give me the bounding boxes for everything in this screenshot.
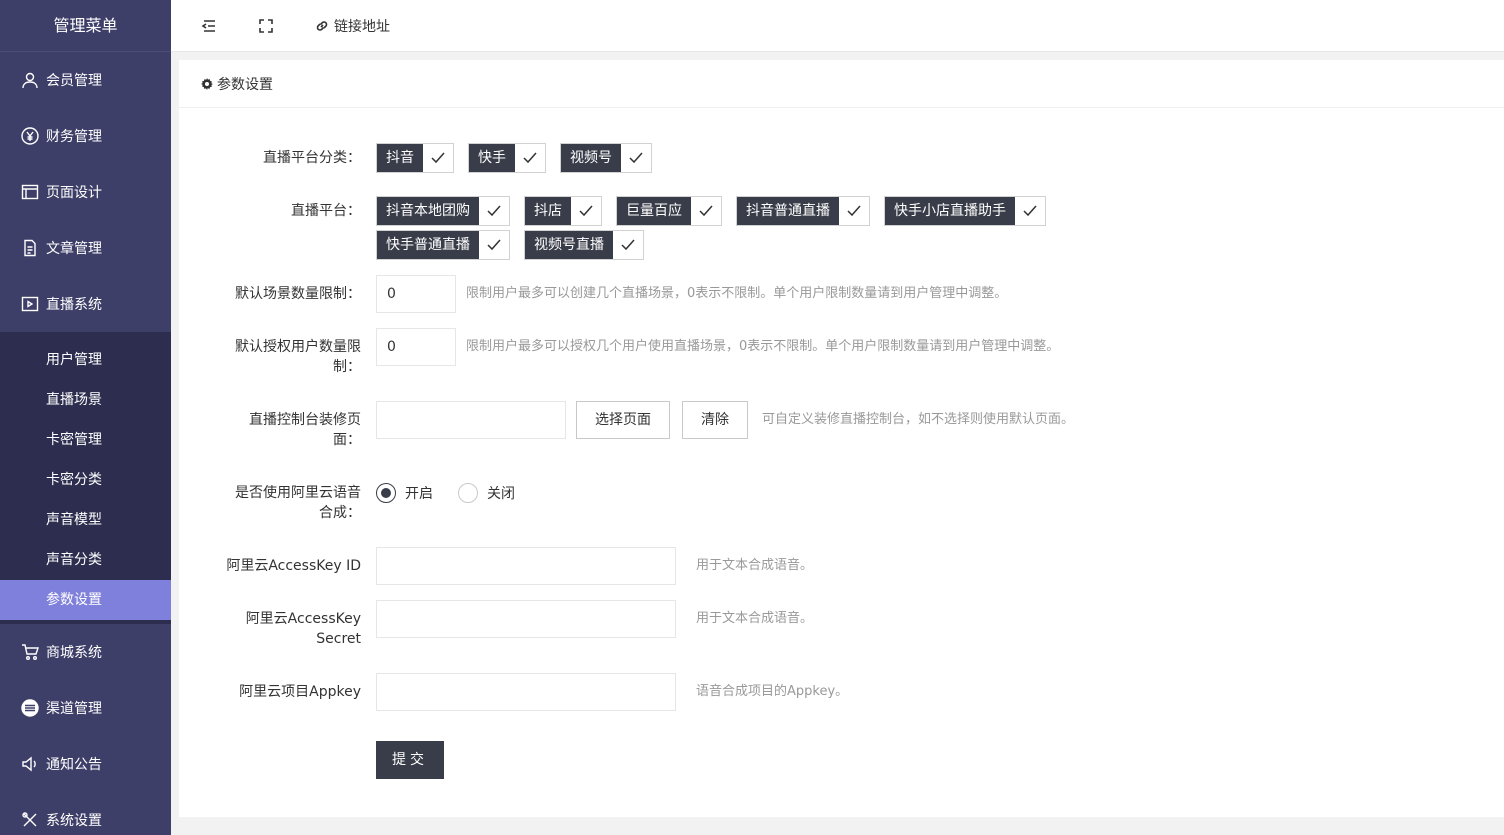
platform-label: 直播平台： [291,203,361,219]
sidebar-subitem-card-categories[interactable]: 卡密分类 [0,460,171,500]
ak-id-tip: 用于文本合成语音。 [696,558,814,573]
check-icon [621,144,651,172]
collapse-menu-button[interactable] [201,0,217,52]
ak-secret-label: 阿里云AccessKey Secret [245,611,361,647]
check-icon [515,144,545,172]
sidebar-item-label: 会员管理 [46,73,102,89]
cart-icon [20,642,40,662]
sidebar-item-label: 系统设置 [46,813,102,829]
radio-circle [458,483,478,503]
sidebar-item-channels[interactable]: 渠道管理 [0,680,171,736]
platform-category-label: 直播平台分类： [263,150,361,166]
scene-limit-tip: 限制用户最多可以创建几个直播场景，0表示不限制。单个用户限制数量请到用户管理中调… [466,286,1008,301]
radio-enable[interactable]: 开启 [376,483,433,503]
sidebar-subitem-cards[interactable]: 卡密管理 [0,420,171,460]
fullscreen-button[interactable] [258,0,274,52]
sidebar-item-label: 文章管理 [46,241,102,257]
sidebar-item-label: 财务管理 [46,129,102,145]
sidebar-item-live-system[interactable]: 直播系统 [0,276,171,332]
platform-category-tag[interactable]: 视频号 [560,143,652,173]
live-system-submenu: 用户管理 直播场景 卡密管理 卡密分类 声音模型 声音分类 参数设置 [0,332,171,624]
sidebar-item-page-design[interactable]: 页面设计 [0,164,171,220]
sidebar-item-label: 直播系统 [46,297,102,313]
auth-limit-input[interactable]: 0 [376,328,456,366]
link-icon [316,20,328,31]
platform-tag[interactable]: 抖音本地团购 [376,196,510,226]
tools-icon [20,810,40,830]
auth-limit-label: 默认授权用户数量限 制： [235,339,361,375]
sidebar-item-finance[interactable]: 财务管理 [0,108,171,164]
console-page-input[interactable] [376,401,566,439]
sidebar-item-mall[interactable]: 商城系统 [0,624,171,680]
check-icon [479,197,509,225]
platform-category-tag[interactable]: 抖音 [376,143,454,173]
console-page-tip: 可自定义装修直播控制台，如不选择则使用默认页面。 [762,412,1075,427]
aliyun-voice-label: 是否使用阿里云语音 合成： [235,485,361,521]
platform-tag[interactable]: 快手普通直播 [376,230,510,260]
platform-group: 抖音本地团购 抖店 巨量百应 抖音普通直播 快手小店直播助手 快手普通直播 视频号直播 [376,196,1076,260]
indent-icon [201,19,215,32]
radio-circle [376,483,396,503]
video-icon [20,294,40,314]
link-address-label: 链接地址 [334,18,390,35]
sidebar-title: 管理菜单 [0,0,171,52]
sidebar-subitem-voice-categories[interactable]: 声音分类 [0,540,171,580]
sidebar-item-system-settings[interactable]: 系统设置 [0,792,171,835]
sidebar-item-label: 页面设计 [46,185,102,201]
sidebar-item-articles[interactable]: 文章管理 [0,220,171,276]
platform-tag[interactable]: 抖店 [524,196,602,226]
submit-button[interactable]: 提交 [376,741,444,779]
link-address-button[interactable]: 链接地址 [314,0,390,52]
yen-icon [20,126,40,146]
appkey-label: 阿里云项目Appkey [239,684,361,700]
user-icon [20,70,40,90]
check-icon [691,197,721,225]
ak-secret-input[interactable] [376,600,676,638]
platform-category-group: 抖音 快手 视频号 [376,143,666,173]
sidebar-subitem-users[interactable]: 用户管理 [0,340,171,380]
sidebar-item-notices[interactable]: 通知公告 [0,736,171,792]
gear-icon [201,77,213,90]
check-icon [1015,197,1045,225]
platform-tag[interactable]: 快手小店直播助手 [884,196,1046,226]
sidebar-item-label: 商城系统 [46,645,102,661]
panel-title: 参数设置 [217,76,273,93]
check-icon [423,144,453,172]
sidebar-subitem-settings[interactable]: 参数设置 [0,580,171,620]
auth-limit-tip: 限制用户最多可以授权几个用户使用直播场景，0表示不限制。单个用户限制数量请到用户… [466,339,1060,354]
list-circle-icon [20,698,40,718]
platform-tag[interactable]: 视频号直播 [524,230,644,260]
radio-disable[interactable]: 关闭 [458,483,515,503]
platform-category-tag[interactable]: 快手 [468,143,546,173]
check-icon [613,231,643,259]
platform-tag[interactable]: 抖音普通直播 [736,196,870,226]
clear-button[interactable]: 清除 [682,401,748,439]
sidebar-item-members[interactable]: 会员管理 [0,52,171,108]
sidebar-subitem-scenes[interactable]: 直播场景 [0,380,171,420]
console-page-label: 直播控制台装修页 面： [249,412,361,448]
panel-header: 参数设置 [179,60,1504,108]
check-icon [571,197,601,225]
document-icon [20,238,40,258]
fullscreen-icon [259,18,273,33]
sidebar-item-label: 渠道管理 [46,701,102,717]
scene-limit-input[interactable]: 0 [376,275,456,313]
speaker-icon [20,754,40,774]
scene-limit-label: 默认场景数量限制： [235,286,361,302]
sidebar: 管理菜单 会员管理 财务管理 页面设计 文章管理 直播系统 用户管理 直播场景 … [0,0,171,835]
check-icon [479,231,509,259]
select-page-button[interactable]: 选择页面 [576,401,670,439]
layout-icon [20,182,40,202]
platform-tag[interactable]: 巨量百应 [616,196,722,226]
sidebar-subitem-voice-models[interactable]: 声音模型 [0,500,171,540]
topbar: 链接地址 [171,0,1504,52]
ak-id-input[interactable] [376,547,676,585]
ak-id-label: 阿里云AccessKey ID [226,558,361,574]
sidebar-item-label: 通知公告 [46,757,102,773]
check-icon [839,197,869,225]
appkey-input[interactable] [376,673,676,711]
appkey-tip: 语音合成项目的Appkey。 [696,684,849,699]
ak-secret-tip: 用于文本合成语音。 [696,611,814,626]
